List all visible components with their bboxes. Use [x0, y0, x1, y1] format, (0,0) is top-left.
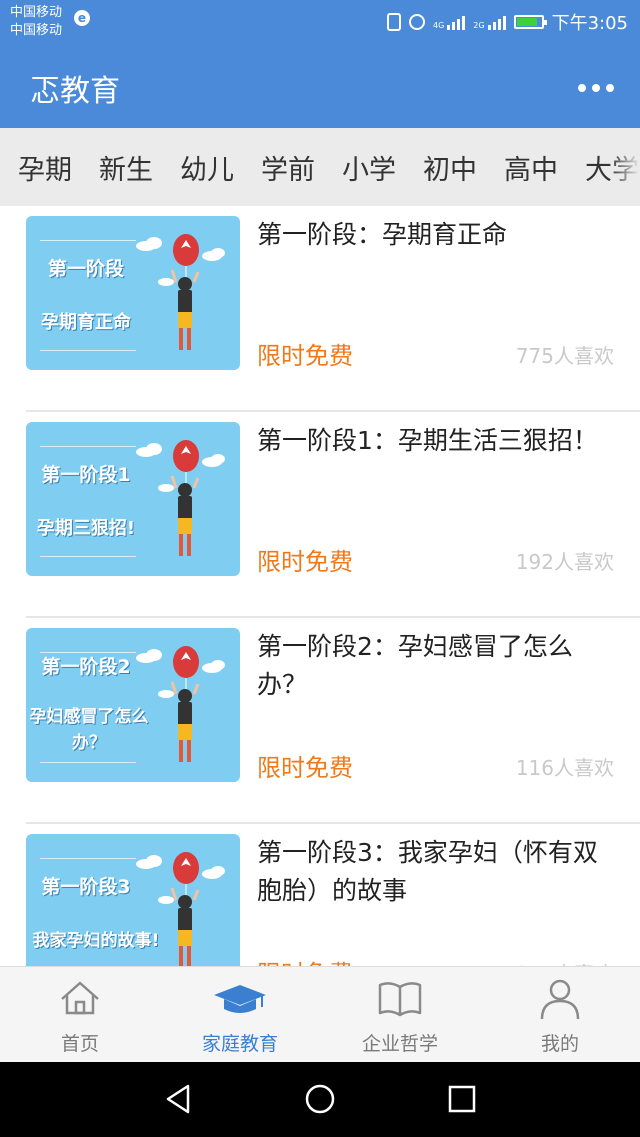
back-icon[interactable]	[162, 1082, 196, 1116]
signal-icon-2: 2G	[473, 14, 506, 30]
signal-icon-1: 4G	[432, 14, 466, 30]
tab-toddler[interactable]: 幼儿	[180, 148, 234, 187]
more-options-icon[interactable]	[578, 84, 614, 92]
graduation-cap-icon	[214, 985, 266, 1013]
system-navigation-bar	[0, 1062, 640, 1137]
app-header: 忑教育	[0, 46, 640, 128]
home-button-icon[interactable]	[303, 1082, 337, 1116]
network-type-2: 2G	[473, 21, 485, 30]
list-item[interactable]: 第一阶段3 我家孕妇的故事! 第一阶段3：我家孕妇（怀有双胞胎）的故事 限时免费…	[26, 824, 640, 966]
nav-label: 我的	[540, 1033, 579, 1055]
thumbnail-caption-1: 第一阶段3	[41, 876, 131, 898]
nav-label: 首页	[60, 1033, 99, 1055]
thumbnail-caption-2: 我家孕妇的故事!	[32, 931, 160, 951]
nav-label: 企业哲学	[361, 1033, 438, 1055]
tab-junior-high[interactable]: 初中	[423, 148, 477, 187]
home-icon	[61, 981, 99, 1015]
user-icon	[540, 979, 580, 1020]
status-time: 下午3:05	[551, 13, 628, 34]
nav-profile[interactable]: 我的	[480, 967, 640, 1063]
status-indicators: 4G 2G 下午3:05	[386, 9, 628, 35]
thumbnail-caption-1: 第一阶段	[47, 258, 124, 280]
price-label: 限时免费	[257, 548, 353, 576]
course-title: 第一阶段：孕期育正命	[257, 220, 508, 249]
browser-notification-icon: e	[74, 10, 90, 26]
thumbnail-caption-2: 孕期育正命	[41, 312, 131, 333]
carrier-info: 中国移动 中国移动	[10, 4, 62, 40]
thumbnail-caption-1: 第一阶段2	[41, 656, 131, 678]
thumbnail-caption-1: 第一阶段1	[41, 464, 131, 486]
likes-count: 192人喜欢	[515, 550, 614, 574]
alarm-icon	[408, 14, 425, 30]
course-thumbnail: 第一阶段1 孕期三狠招!	[26, 422, 240, 576]
likes-count: 775人喜欢	[515, 344, 614, 368]
course-title: 第一阶段3：我家孕妇（怀有双胞胎）的故事	[257, 838, 598, 905]
bottom-navigation: 首页 家庭教育 企业哲学 我的	[0, 966, 640, 1063]
book-icon	[378, 982, 422, 1017]
battery-icon	[513, 15, 547, 29]
status-bar: 中国移动 中国移动 e 4G 2G 下午3:05	[0, 0, 640, 46]
list-item[interactable]: 第一阶段2 孕妇感冒了怎么办？ 第一阶段2：孕妇感冒了怎么办？ 限时免费 116…	[26, 618, 640, 824]
category-tabs: 孕期 新生 幼儿 学前 小学 初中 高中 大学	[0, 128, 640, 206]
network-type-1: 4G	[432, 21, 445, 30]
likes-count: 116人喜欢	[515, 756, 614, 780]
tab-primary[interactable]: 小学	[342, 148, 396, 187]
vibrate-icon	[386, 13, 401, 31]
course-title: 第一阶段2：孕妇感冒了怎么办？	[257, 632, 573, 699]
nav-corporate-philosophy[interactable]: 企业哲学	[320, 967, 480, 1063]
carrier-1: 中国移动	[10, 5, 63, 20]
thumbnail-caption-2: 孕期三狠招!	[36, 518, 136, 539]
nav-label: 家庭教育	[201, 1033, 278, 1055]
course-thumbnail: 第一阶段 孕期育正命	[26, 216, 240, 370]
thumbnail-caption-2: 孕妇感冒了怎么办？	[29, 707, 149, 753]
likes-count: 257人喜欢	[516, 958, 614, 966]
nav-family-education[interactable]: 家庭教育	[160, 967, 320, 1063]
tab-pregnancy[interactable]: 孕期	[18, 148, 72, 187]
tab-senior-high[interactable]: 高中	[504, 148, 558, 187]
course-thumbnail: 第一阶段3 我家孕妇的故事!	[26, 834, 240, 966]
app-title: 忑教育	[30, 74, 120, 109]
price-label: 限时免费	[257, 754, 353, 782]
course-thumbnail: 第一阶段2 孕妇感冒了怎么办？	[26, 628, 240, 782]
price-label: 限时免费	[257, 954, 353, 966]
list-item[interactable]: 第一阶段 孕期育正命 第一阶段：孕期育正命 限时免费 775人喜欢	[26, 206, 640, 412]
carrier-2: 中国移动	[10, 23, 63, 38]
price-label: 限时免费	[257, 342, 353, 370]
course-list: 第一阶段 孕期育正命 第一阶段：孕期育正命 限时免费 775人喜欢 第一阶段1 …	[0, 206, 640, 966]
course-title: 第一阶段1：孕期生活三狠招！	[257, 426, 598, 455]
list-item[interactable]: 第一阶段1 孕期三狠招! 第一阶段1：孕期生活三狠招！ 限时免费 192人喜欢	[26, 412, 640, 618]
tab-preschool[interactable]: 学前	[261, 148, 315, 187]
recent-apps-icon[interactable]	[445, 1082, 479, 1116]
tab-newborn[interactable]: 新生	[99, 148, 153, 187]
nav-home[interactable]: 首页	[0, 967, 160, 1063]
